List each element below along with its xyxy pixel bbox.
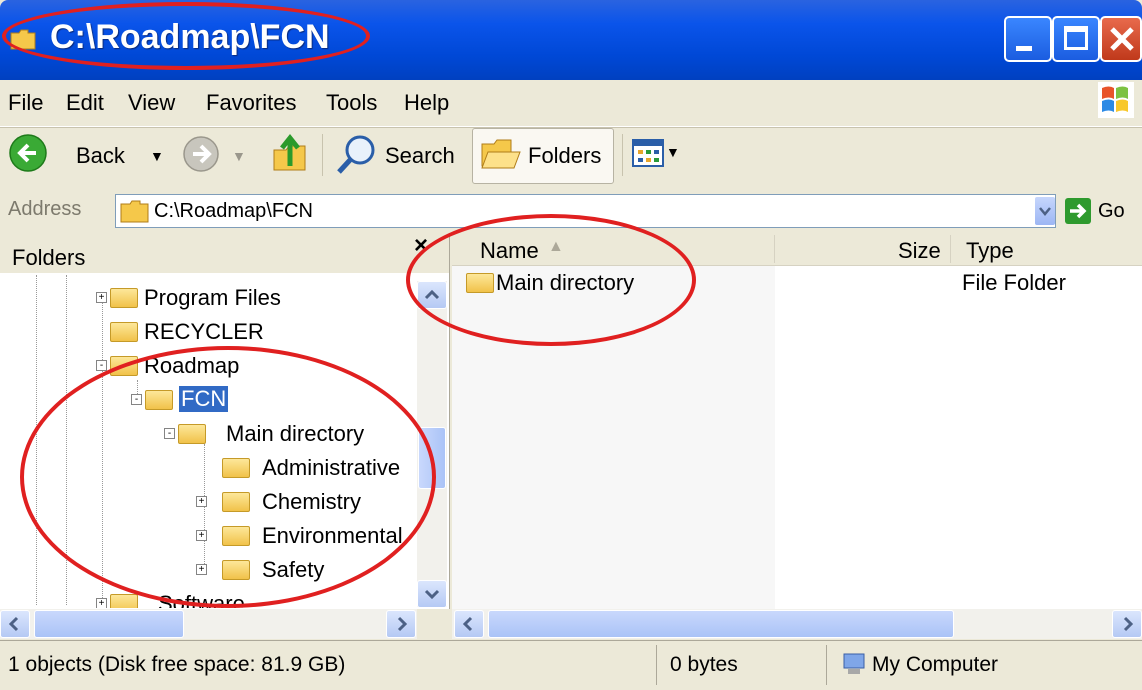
close-button[interactable] bbox=[1100, 16, 1142, 62]
folder-icon bbox=[110, 594, 138, 608]
status-divider bbox=[826, 645, 827, 685]
menu-help[interactable]: Help bbox=[404, 90, 449, 116]
folders-button-label: Folders bbox=[528, 143, 602, 168]
back-button[interactable]: Back bbox=[76, 143, 125, 169]
column-header-size[interactable]: Size bbox=[898, 238, 941, 264]
expand-icon[interactable]: + bbox=[96, 598, 107, 608]
maximize-icon bbox=[1064, 26, 1088, 50]
search-icon[interactable] bbox=[334, 132, 378, 176]
maximize-button[interactable] bbox=[1052, 16, 1100, 62]
up-folder-icon[interactable] bbox=[268, 128, 312, 176]
forward-icon[interactable] bbox=[182, 135, 220, 173]
column-divider[interactable] bbox=[774, 235, 775, 263]
toolbar-separator bbox=[322, 134, 323, 176]
scroll-thumb[interactable] bbox=[488, 610, 954, 638]
folders-title: Folders bbox=[12, 245, 86, 270]
column-header-type[interactable]: Type bbox=[966, 238, 1014, 264]
tree-item-label: RECYCLER bbox=[144, 319, 264, 344]
menu-favorites[interactable]: Favorites bbox=[206, 90, 296, 116]
expand-icon[interactable]: + bbox=[96, 292, 107, 303]
go-button[interactable]: Go bbox=[1098, 200, 1125, 223]
menu-tools[interactable]: Tools bbox=[326, 90, 377, 116]
scroll-right-button[interactable] bbox=[386, 610, 416, 638]
status-location: My Computer bbox=[872, 653, 999, 676]
folder-icon bbox=[120, 200, 149, 223]
folders-icon bbox=[481, 139, 521, 169]
views-icon[interactable] bbox=[632, 138, 664, 168]
scrollbar-corner bbox=[417, 609, 450, 639]
address-label: Address bbox=[8, 198, 82, 220]
address-value: C:\Roadmap\FCN bbox=[154, 200, 313, 222]
scroll-left-button[interactable] bbox=[454, 610, 484, 638]
back-dropdown-icon[interactable]: ▼ bbox=[150, 148, 164, 164]
annotation-ellipse-list bbox=[406, 214, 696, 346]
scroll-right-button[interactable] bbox=[1112, 610, 1142, 638]
address-dropdown-icon[interactable] bbox=[1035, 197, 1055, 225]
scroll-left-button[interactable] bbox=[0, 610, 30, 638]
minimize-button[interactable] bbox=[1004, 16, 1052, 62]
status-objects: 1 objects (Disk free space: 81.9 GB) bbox=[8, 653, 346, 676]
windows-logo-icon bbox=[1098, 82, 1134, 118]
folder-icon bbox=[110, 322, 138, 342]
scroll-down-button[interactable] bbox=[417, 580, 447, 608]
annotation-ellipse-title bbox=[2, 2, 370, 70]
my-computer-icon bbox=[843, 653, 865, 674]
tree-item-label: Program Files bbox=[144, 285, 281, 310]
list-row-type: File Folder bbox=[962, 270, 1066, 295]
status-divider bbox=[656, 645, 657, 685]
go-icon[interactable] bbox=[1064, 197, 1092, 225]
menu-file[interactable]: File bbox=[8, 90, 43, 116]
folder-icon bbox=[110, 288, 138, 308]
minimize-icon bbox=[1016, 46, 1032, 51]
menu-view[interactable]: View bbox=[128, 90, 175, 116]
column-divider[interactable] bbox=[950, 235, 951, 263]
collapse-icon[interactable]: - bbox=[96, 360, 107, 371]
toolbar-separator bbox=[622, 134, 623, 176]
views-dropdown-icon[interactable]: ▼ bbox=[666, 144, 680, 160]
back-icon[interactable] bbox=[8, 133, 48, 173]
status-size: 0 bytes bbox=[670, 653, 738, 676]
menu-edit[interactable]: Edit bbox=[66, 90, 104, 116]
annotation-ellipse-tree bbox=[20, 346, 436, 608]
scroll-thumb[interactable] bbox=[34, 610, 184, 638]
close-icon bbox=[1110, 27, 1134, 51]
forward-dropdown-icon[interactable]: ▼ bbox=[232, 148, 246, 164]
search-button[interactable]: Search bbox=[385, 143, 455, 169]
